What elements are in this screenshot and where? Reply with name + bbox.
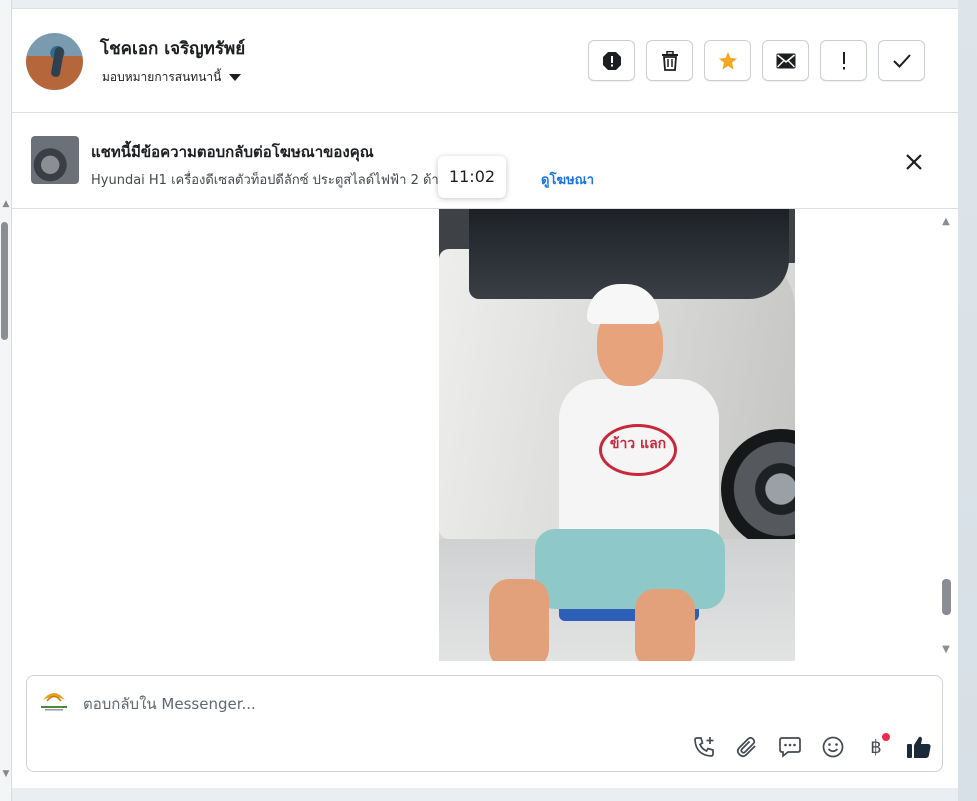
call-button[interactable]: [689, 732, 719, 762]
delete-button[interactable]: [646, 40, 693, 81]
caret-down-icon: [229, 74, 242, 81]
paperclip-icon: [736, 736, 756, 758]
page-logo-icon: [41, 693, 67, 711]
contact-name[interactable]: โชคเอก เจริญทรัพย์: [100, 35, 245, 62]
header-actions: [588, 40, 925, 81]
star-icon: [718, 51, 737, 69]
phone-plus-icon: [694, 737, 714, 757]
background-edge: [958, 0, 977, 801]
attach-button[interactable]: [732, 732, 762, 762]
conversation-header: โชคเอก เจริญทรัพย์ มอบหมายการสนทนานี้: [12, 9, 958, 113]
check-icon: [892, 53, 911, 68]
conversation-panel: โชคเอก เจริญทรัพย์ มอบหมายการสนทนานี้ แช…: [12, 8, 958, 788]
emoji-button[interactable]: [818, 732, 848, 762]
scroll-thumb[interactable]: [1, 222, 8, 340]
left-scrollbar[interactable]: ▲ ▼: [0, 0, 12, 801]
star-button[interactable]: [704, 40, 751, 81]
follow-up-button[interactable]: [820, 40, 867, 81]
like-button[interactable]: [904, 732, 934, 762]
ad-banner-title: แชทนี้มีข้อความตอบกลับต่อโฆษณาของคุณ: [91, 143, 374, 161]
photo-shorts: [535, 529, 725, 609]
reply-input[interactable]: [83, 690, 783, 718]
timestamp-tooltip: 11:02: [438, 156, 506, 198]
mark-spam-button[interactable]: [588, 40, 635, 81]
chat-scroll-up-icon[interactable]: ▲: [940, 216, 952, 228]
exclamation-icon: [842, 51, 845, 69]
composer-tools: ฿: [689, 732, 934, 762]
thumbs-up-icon: [907, 736, 931, 758]
chat-scroll-down-icon[interactable]: ▼: [940, 644, 952, 656]
mark-done-button[interactable]: [878, 40, 925, 81]
notification-dot: [882, 733, 890, 741]
alert-octagon-icon: [602, 51, 621, 70]
scroll-up-arrow-icon[interactable]: ▲: [0, 198, 12, 210]
payment-button[interactable]: ฿: [861, 732, 891, 762]
mark-unread-button[interactable]: [762, 40, 809, 81]
avatar-figure: [50, 46, 65, 78]
scroll-down-arrow-icon[interactable]: ▼: [0, 768, 12, 780]
assign-conversation-dropdown[interactable]: มอบหมายการสนทนานี้: [102, 68, 242, 87]
reply-composer: ฿: [26, 675, 943, 772]
message-photo[interactable]: ข้าว แลก: [439, 209, 795, 661]
avatar[interactable]: [26, 33, 83, 90]
baht-icon: ฿: [870, 736, 882, 758]
close-icon[interactable]: [902, 150, 926, 174]
chat-bubble-icon: [779, 737, 801, 758]
saved-replies-button[interactable]: [775, 732, 805, 762]
trash-icon: [661, 50, 678, 71]
photo-leg-left: [489, 579, 549, 661]
ad-thumbnail[interactable]: [31, 136, 79, 184]
view-ad-link[interactable]: ดูโฆษณา: [541, 169, 594, 190]
envelope-icon: [776, 53, 795, 68]
photo-shirt-logo: ข้าว แลก: [599, 424, 677, 476]
assign-label: มอบหมายการสนทนานี้: [102, 70, 222, 84]
chat-scroll-thumb[interactable]: [942, 579, 951, 615]
photo-leg-right: [635, 589, 695, 661]
emoji-icon: [822, 736, 844, 758]
